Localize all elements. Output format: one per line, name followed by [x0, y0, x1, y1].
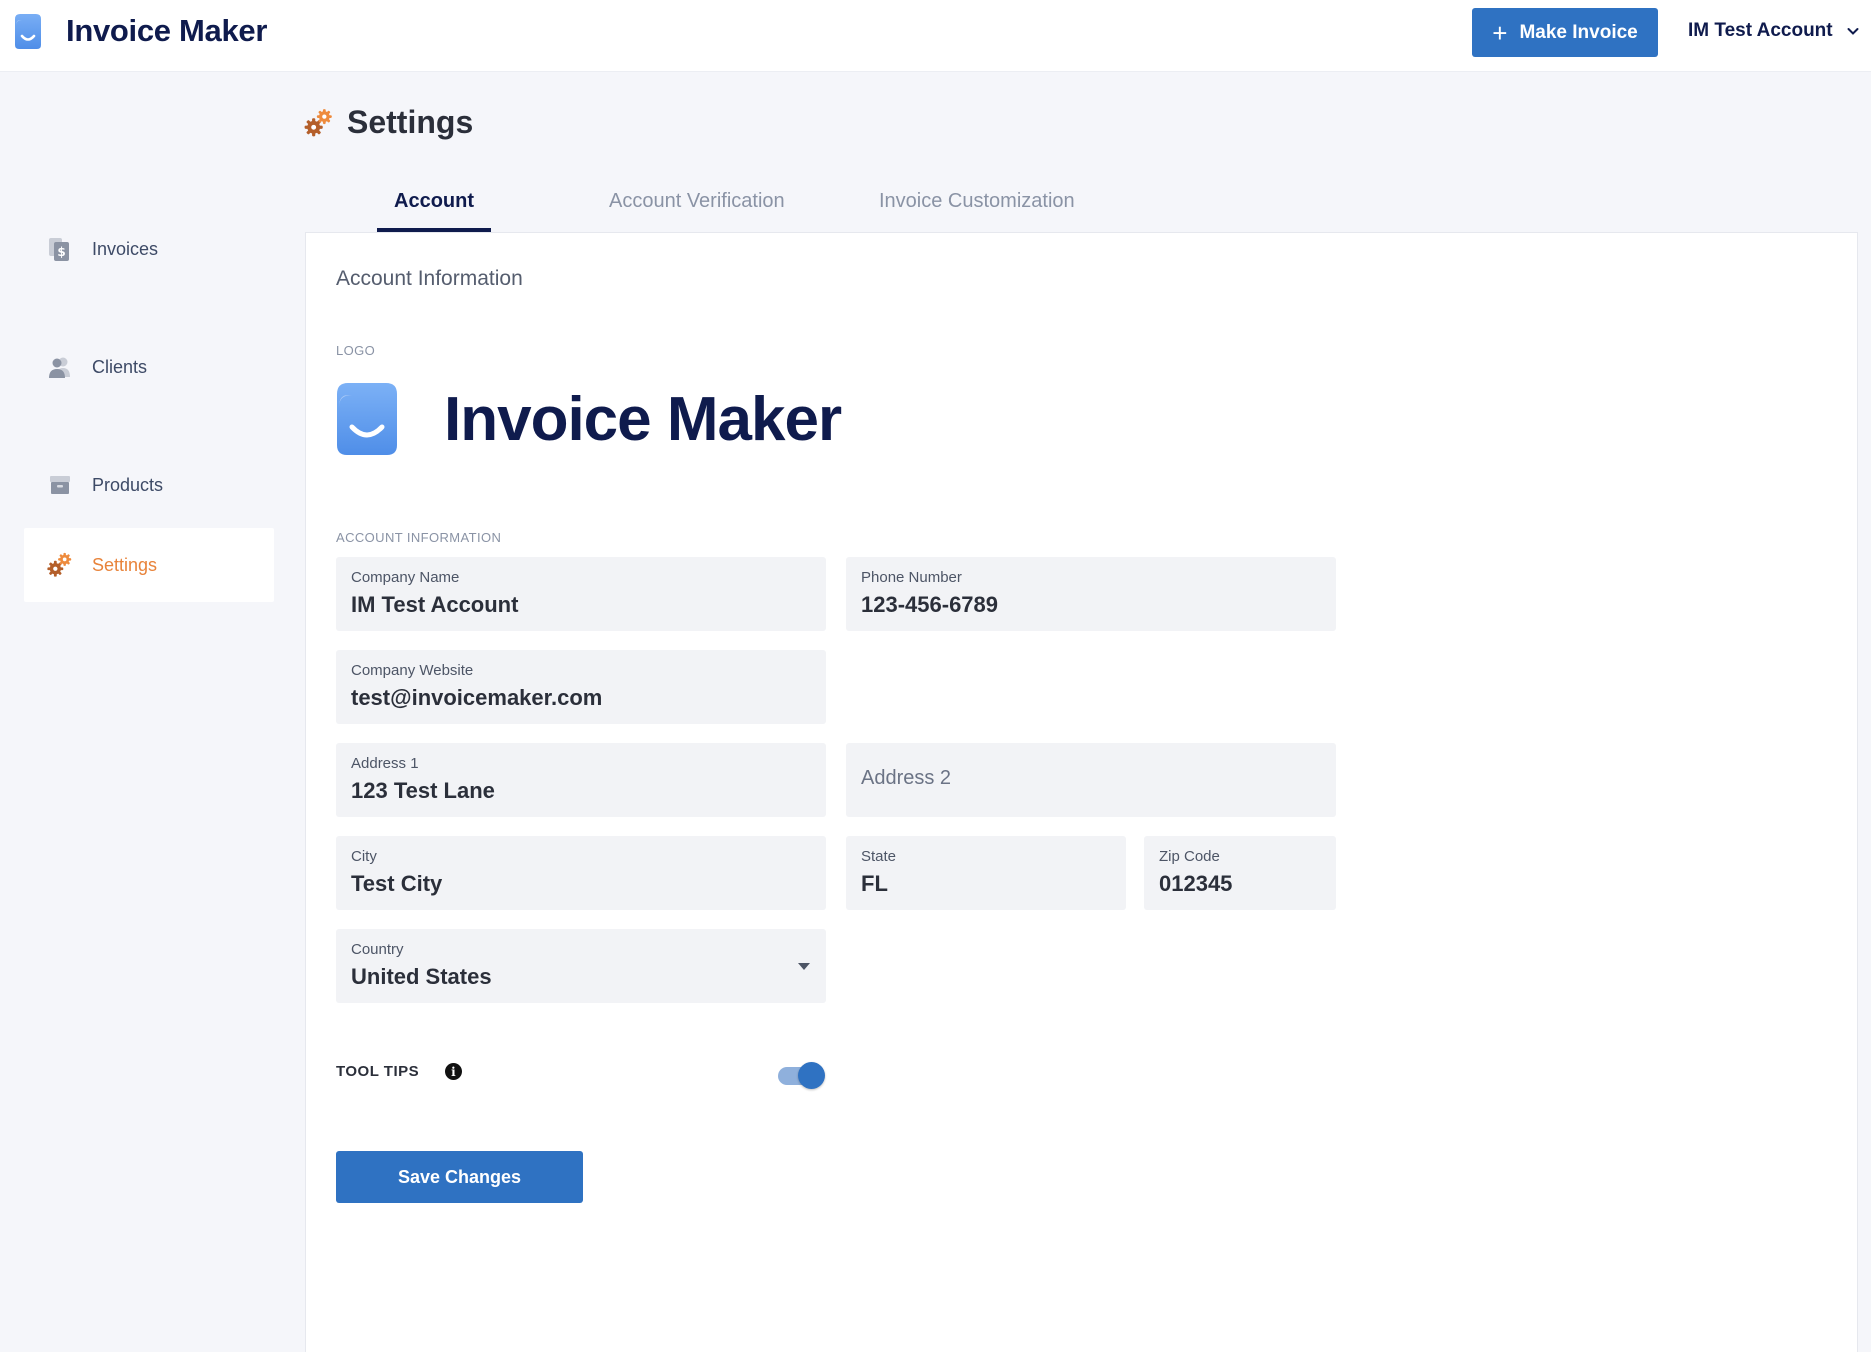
settings-gears-icon — [303, 107, 335, 139]
tooltips-label: TOOL TIPS — [336, 1063, 420, 1080]
company-logo[interactable]: Invoice Maker — [336, 381, 842, 457]
page-title: Settings — [303, 104, 473, 141]
field-label: City — [351, 848, 377, 865]
tab-label: Account Verification — [609, 190, 785, 212]
top-bar: Invoice Maker + Make Invoice IM Test Acc… — [0, 0, 1871, 72]
tab-label: Account — [394, 190, 474, 212]
clients-icon — [46, 353, 74, 381]
account-card: Account Information LOGO Invoice Maker A… — [305, 232, 1858, 1352]
svg-text:$: $ — [57, 245, 65, 259]
products-icon — [46, 471, 74, 499]
field-value: Test City — [351, 871, 443, 896]
tooltips-row: TOOL TIPS i — [336, 1063, 463, 1080]
sidebar-item-clients[interactable]: Clients — [24, 330, 274, 404]
field-label: Zip Code — [1159, 848, 1220, 865]
field-value: 012345 — [1159, 871, 1233, 896]
logo-label: LOGO — [336, 343, 376, 358]
app-logo-icon — [14, 12, 42, 50]
field-value: 123 Test Lane — [351, 778, 495, 803]
field-value: 123-456-6789 — [861, 592, 999, 617]
settings-gears-icon — [46, 551, 74, 579]
field-label: Company Website — [351, 662, 474, 679]
field-label: Company Name — [351, 569, 460, 586]
company-logo-icon — [336, 381, 398, 457]
field-placeholder: Address 2 — [861, 767, 952, 789]
zip-code-field[interactable]: Zip Code 012345 — [1144, 836, 1336, 910]
field-value: IM Test Account — [351, 592, 519, 617]
address2-field[interactable]: Address 2 — [846, 743, 1336, 817]
tab-account-verification[interactable]: Account Verification — [609, 178, 785, 232]
sidebar-item-label: Settings — [92, 554, 158, 575]
sidebar-item-products[interactable]: Products — [24, 448, 274, 522]
tooltips-toggle[interactable] — [778, 1062, 825, 1089]
city-field[interactable]: City Test City — [336, 836, 826, 910]
account-name: IM Test Account — [1688, 20, 1833, 41]
tab-label: Invoice Customization — [879, 190, 1075, 212]
brand[interactable]: Invoice Maker — [14, 12, 267, 50]
field-value: United States — [351, 964, 492, 989]
save-changes-button[interactable]: Save Changes — [336, 1151, 583, 1203]
sidebar-item-label: Products — [92, 474, 164, 495]
section-title: Account Information — [336, 267, 523, 290]
tab-invoice-customization[interactable]: Invoice Customization — [879, 178, 1075, 232]
invoice-icon: $ — [46, 235, 74, 263]
company-website-field[interactable]: Company Website test@invoicemaker.com — [336, 650, 826, 724]
state-field[interactable]: State FL — [846, 836, 1126, 910]
sidebar-item-settings[interactable]: Settings — [24, 528, 274, 602]
info-icon[interactable]: i — [445, 1063, 463, 1080]
address1-field[interactable]: Address 1 123 Test Lane — [336, 743, 826, 817]
field-label: Phone Number — [861, 569, 962, 586]
sidebar-item-invoices[interactable]: $ Invoices — [24, 212, 274, 286]
toggle-knob — [798, 1062, 825, 1089]
page-title-text: Settings — [347, 104, 474, 140]
field-value: FL — [861, 871, 888, 896]
phone-number-field[interactable]: Phone Number 123-456-6789 — [846, 557, 1336, 631]
field-label: State — [861, 848, 897, 865]
sidebar-item-label: Clients — [92, 356, 148, 377]
make-invoice-label: Make Invoice — [1519, 21, 1638, 43]
sidebar-item-label: Invoices — [92, 238, 159, 259]
company-name-field[interactable]: Company Name IM Test Account — [336, 557, 826, 631]
field-label: Address 1 — [351, 755, 419, 772]
company-logo-text: Invoice Maker — [444, 384, 842, 454]
sidebar: $ Invoices Clients Products Settings — [0, 72, 290, 1352]
chevron-down-icon — [1847, 28, 1859, 35]
dropdown-caret-icon — [798, 963, 810, 970]
make-invoice-button[interactable]: + Make Invoice — [1472, 8, 1658, 57]
field-value: test@invoicemaker.com — [351, 685, 603, 710]
tab-account[interactable]: Account — [377, 178, 491, 232]
account-information-label: ACCOUNT INFORMATION — [336, 530, 502, 545]
app-name: Invoice Maker — [66, 13, 268, 48]
field-label: Country — [351, 941, 404, 958]
account-menu[interactable]: IM Test Account — [1688, 20, 1859, 42]
country-select[interactable]: Country United States — [336, 929, 826, 1003]
plus-icon: + — [1492, 17, 1508, 48]
